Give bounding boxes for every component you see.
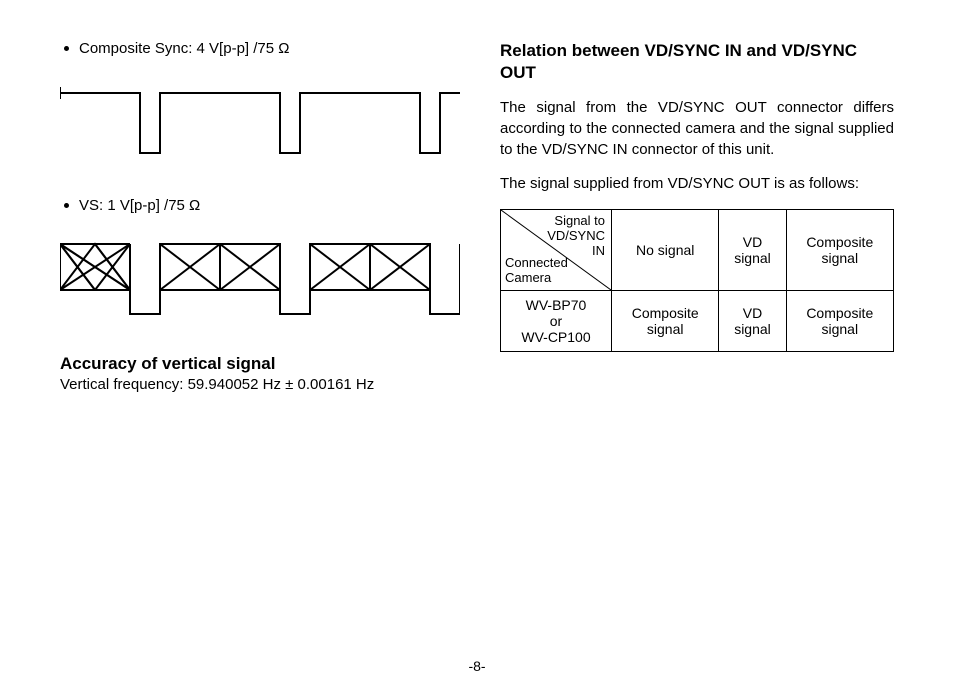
col-header-3: Composite signal xyxy=(786,209,893,290)
bullet-text-2: VS: 1 V[p-p] /75 Ω xyxy=(79,197,200,214)
cell-1-3: Composite signal xyxy=(786,290,893,351)
table-row: WV-BP70orWV-CP100 Composite signal VD si… xyxy=(501,290,894,351)
diag-bottom-label: ConnectedCamera xyxy=(505,256,568,286)
signal-table: Signal toVD/SYNCIN ConnectedCamera No si… xyxy=(500,209,894,352)
waveform-composite-sync xyxy=(60,73,460,173)
bullet-vs: VS: 1 V[p-p] /75 Ω xyxy=(60,197,460,214)
table-diagonal-header: Signal toVD/SYNCIN ConnectedCamera xyxy=(501,209,612,290)
relation-para-1: The signal from the VD/SYNC OUT connecto… xyxy=(500,98,894,160)
bullet-dot-icon xyxy=(64,203,69,208)
bullet-composite-sync: Composite Sync: 4 V[p-p] /75 Ω xyxy=(60,40,460,57)
accuracy-subtext: Vertical frequency: 59.940052 Hz ± 0.001… xyxy=(60,376,460,393)
row-label-1: WV-BP70orWV-CP100 xyxy=(501,290,612,351)
relation-heading: Relation between VD/SYNC IN and VD/SYNC … xyxy=(500,40,894,84)
page-number: -8- xyxy=(0,658,954,674)
cell-1-2: VD signal xyxy=(719,290,786,351)
accuracy-heading: Accuracy of vertical signal xyxy=(60,354,460,374)
right-column: Relation between VD/SYNC IN and VD/SYNC … xyxy=(500,40,894,413)
col-header-2: VD signal xyxy=(719,209,786,290)
col-header-1: No signal xyxy=(612,209,719,290)
bullet-dot-icon xyxy=(64,46,69,51)
diag-top-label: Signal toVD/SYNCIN xyxy=(547,214,605,259)
left-column: Composite Sync: 4 V[p-p] /75 Ω VS: 1 V[p… xyxy=(60,40,460,413)
table-header-row: Signal toVD/SYNCIN ConnectedCamera No si… xyxy=(501,209,894,290)
cell-1-1: Composite signal xyxy=(612,290,719,351)
waveform-vs xyxy=(60,230,460,330)
relation-para-2: The signal supplied from VD/SYNC OUT is … xyxy=(500,174,894,195)
bullet-text-1: Composite Sync: 4 V[p-p] /75 Ω xyxy=(79,40,289,57)
